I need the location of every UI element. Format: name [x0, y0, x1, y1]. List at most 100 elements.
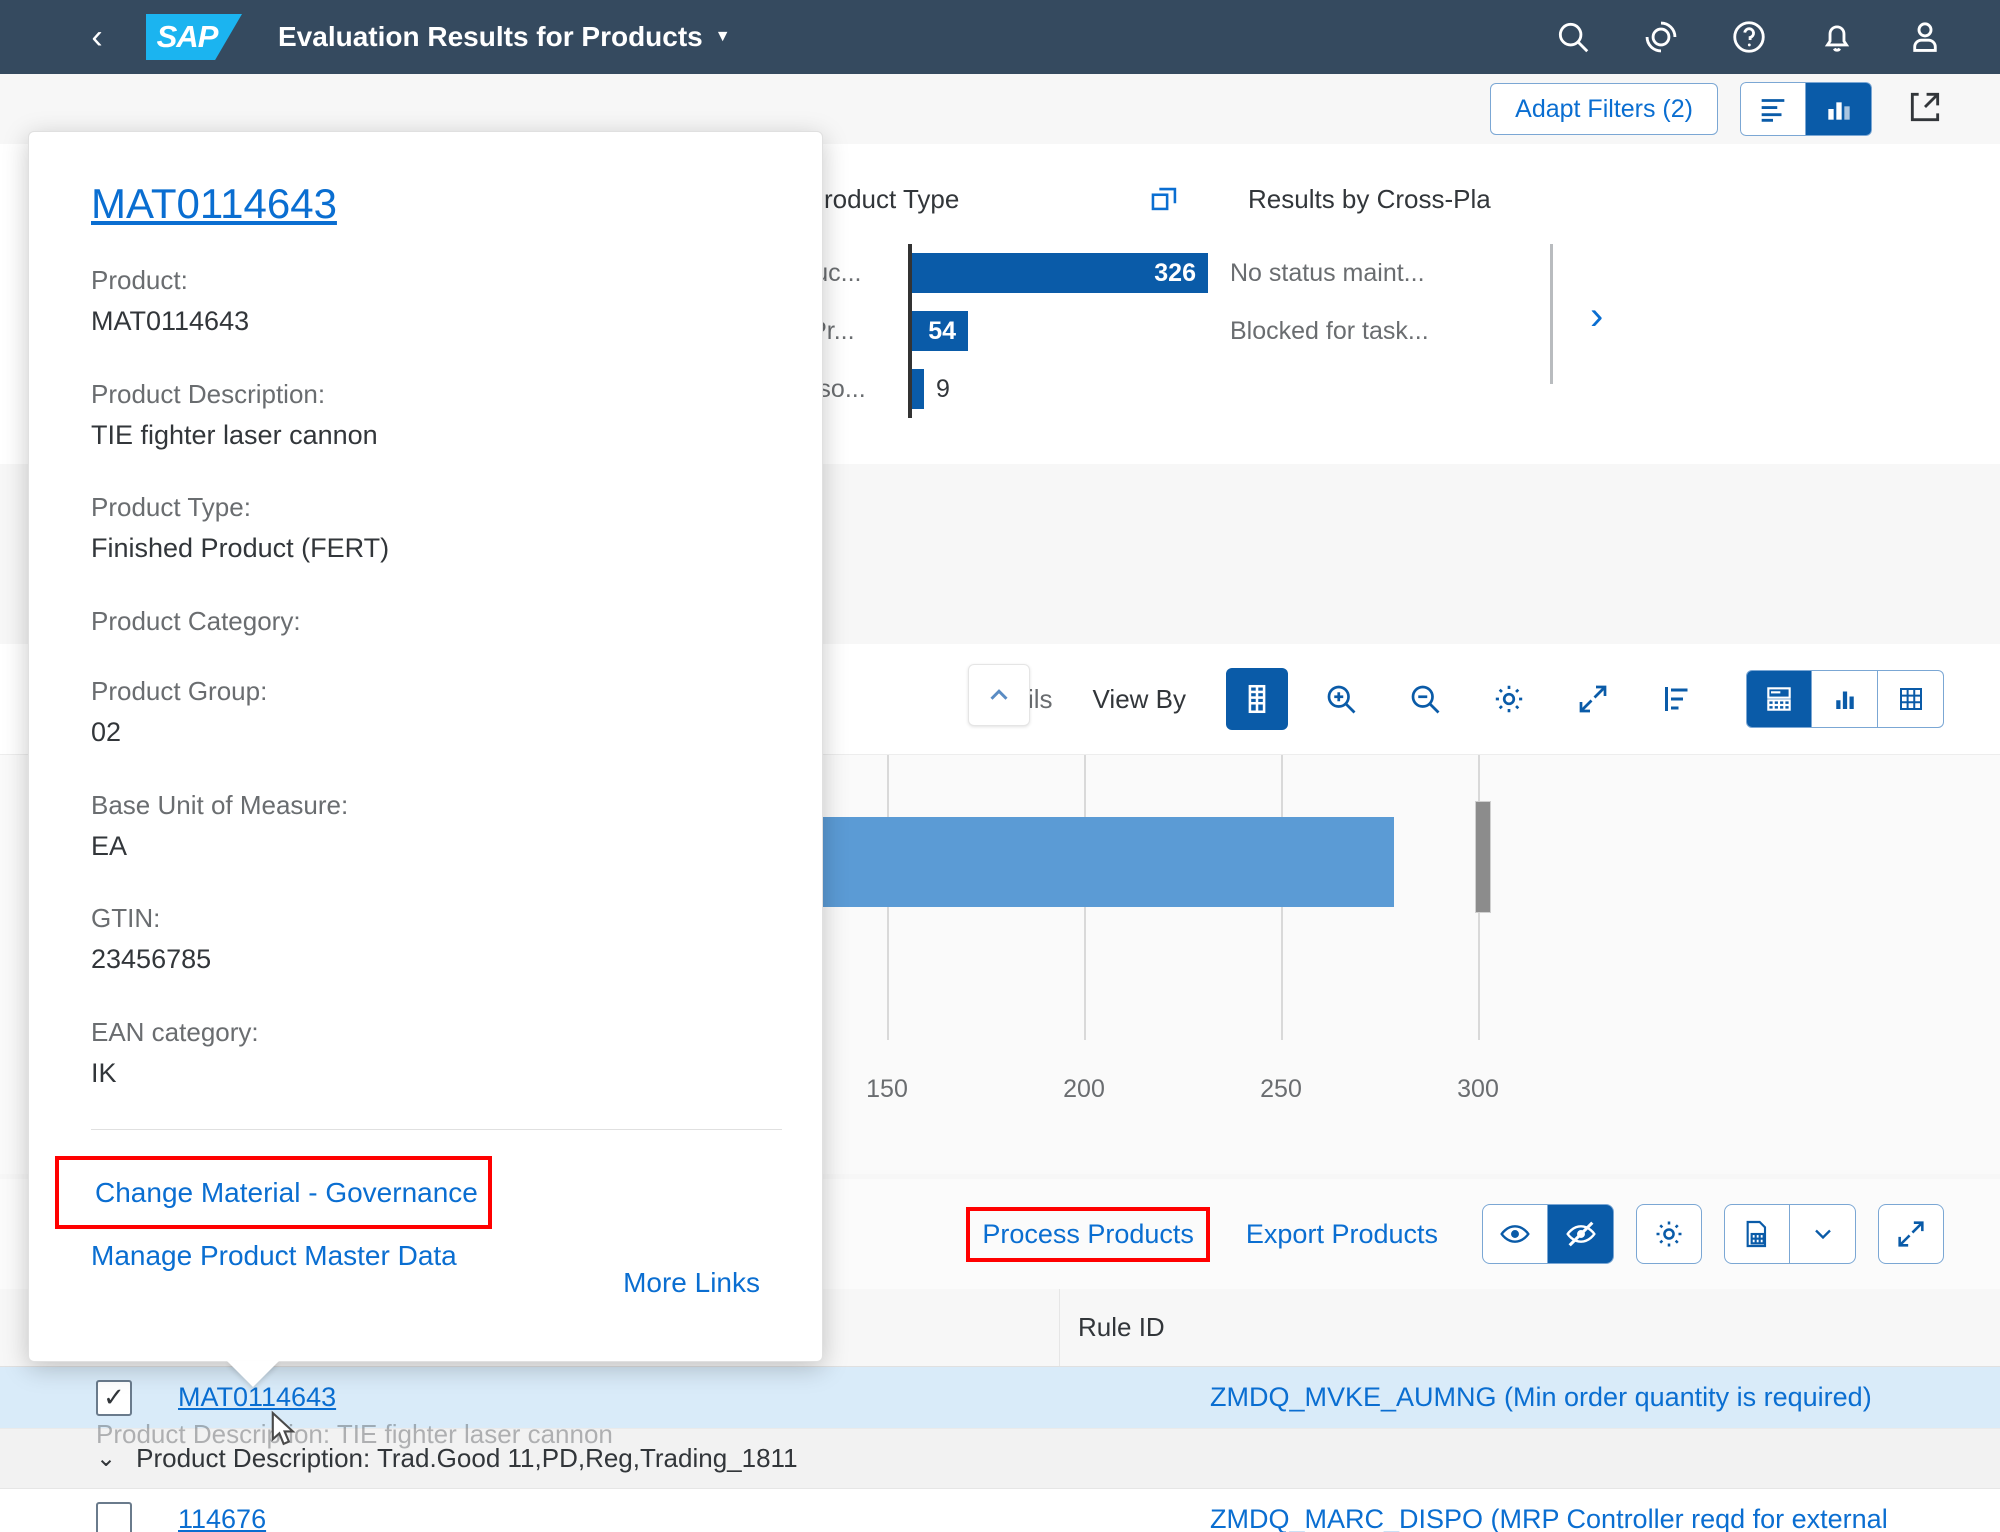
- field-label: Product Group:: [91, 675, 268, 706]
- cell-product[interactable]: 114676: [132, 1504, 1192, 1532]
- reference-bar: [1475, 801, 1491, 913]
- spreadsheet-export-icon[interactable]: [1724, 1204, 1790, 1264]
- table-settings-icon[interactable]: [1636, 1204, 1702, 1264]
- more-links-button[interactable]: More Links: [623, 1267, 760, 1299]
- field-value: MAT0114643: [91, 306, 250, 337]
- x-tick-label: 300: [1457, 1075, 1499, 1103]
- visibility-toggle: [1482, 1204, 1614, 1264]
- sap-logo-text: SAP: [156, 19, 219, 54]
- chart-plot-area: [620, 755, 2000, 1055]
- field-label: Product Description:: [91, 378, 326, 409]
- mini-bar-label: Blocked for task...: [1230, 316, 1429, 345]
- row-checkbox[interactable]: ✓: [96, 1379, 132, 1416]
- product-quickview-popover: MAT0114643 Product: MAT0114643 Product D…: [28, 131, 823, 1387]
- page-title-text: Evaluation Results for Products: [278, 21, 703, 52]
- chevron-down-icon[interactable]: ▼: [715, 28, 731, 46]
- view-by-button[interactable]: View By: [1093, 684, 1186, 715]
- field-label: Product:: [91, 265, 188, 295]
- shell-icon-group: [1554, 18, 1944, 56]
- cell-rule-id[interactable]: ZMDQ_MVKE_AUMNG (Min order quantity is r…: [1192, 1382, 2000, 1413]
- bar-chart-icon[interactable]: [1812, 670, 1878, 728]
- chart-view-icon[interactable]: [1806, 82, 1872, 136]
- card-results-by-cross-plant: Results by Cross-Pla No status maint... …: [1230, 144, 1990, 464]
- chevron-down-icon[interactable]: [1790, 1204, 1856, 1264]
- card-divider: [1550, 244, 1553, 384]
- dimension-icon[interactable]: [1226, 668, 1288, 730]
- clipped-group-label: Product Description: TIE fighter laser c…: [96, 1419, 613, 1449]
- export-products-button[interactable]: Export Products: [1246, 1219, 1438, 1250]
- cell-product[interactable]: MAT0114643: [132, 1382, 1192, 1413]
- link-manage-product-master-data[interactable]: Manage Product Master Data: [91, 1229, 457, 1282]
- mini-bar-value: 54: [912, 311, 968, 351]
- view-mode-toggle: [1740, 82, 1872, 136]
- table-chart-icon[interactable]: [1878, 670, 1944, 728]
- popover-field-product-type: Product Type: Finished Product (FERT): [91, 489, 782, 569]
- back-button[interactable]: ‹: [70, 10, 124, 64]
- search-icon[interactable]: [1554, 18, 1592, 56]
- user-icon[interactable]: [1906, 18, 1944, 56]
- mini-bar-row[interactable]: Blocked for task...: [1230, 302, 1990, 360]
- column-header-rule-id[interactable]: Rule ID: [1060, 1289, 2000, 1366]
- field-value: Finished Product (FERT): [91, 533, 390, 564]
- x-tick-label: 250: [1260, 1075, 1302, 1103]
- mini-bar-value: 326: [912, 253, 1208, 293]
- help-icon[interactable]: [1730, 18, 1768, 56]
- table-fullscreen-icon[interactable]: [1878, 1204, 1944, 1264]
- collapse-header-button[interactable]: [968, 664, 1030, 726]
- popover-title-link[interactable]: MAT0114643: [91, 180, 337, 228]
- popover-arrow: [227, 1361, 279, 1387]
- zoom-in-icon[interactable]: [1310, 668, 1372, 730]
- field-value: TIE fighter laser cannon: [91, 419, 378, 450]
- page-title[interactable]: Evaluation Results for Products ▼: [278, 21, 731, 53]
- mini-bar-label: No status maint...: [1230, 258, 1425, 287]
- shell-bar: ‹ SAP Evaluation Results for Products ▼: [0, 0, 2000, 74]
- share-icon[interactable]: [1906, 88, 1944, 131]
- popover-field-product-group: Product Group: 02: [91, 673, 782, 753]
- link-change-material-governance[interactable]: Change Material - Governance: [55, 1156, 492, 1230]
- table-row[interactable]: 114676 ZMDQ_MARC_DISPO (MRP Controller r…: [0, 1489, 2000, 1532]
- field-value: 02: [91, 717, 122, 748]
- zoom-out-icon[interactable]: [1394, 668, 1456, 730]
- field-label: Base Unit of Measure:: [91, 789, 349, 820]
- hide-icon[interactable]: [1548, 1204, 1614, 1264]
- mini-bar-row[interactable]: No status maint...: [1230, 244, 1990, 302]
- row-checkbox[interactable]: [96, 1501, 132, 1532]
- field-label: GTIN:: [91, 903, 161, 934]
- chart-type-toggle: [1746, 670, 1944, 728]
- adapt-filters-button[interactable]: Adapt Filters (2): [1490, 83, 1718, 135]
- x-tick-label: 200: [1063, 1075, 1105, 1103]
- field-label: EAN category:: [91, 1016, 259, 1047]
- list-view-icon[interactable]: [1740, 82, 1806, 136]
- popover-field-product-description: Product Description: TIE fighter laser c…: [91, 376, 782, 456]
- mini-bar-value: 9: [936, 374, 950, 403]
- popover-content: MAT0114643 Product: MAT0114643 Product D…: [55, 132, 782, 1361]
- settings-icon[interactable]: [1478, 668, 1540, 730]
- field-label: Product Category:: [91, 605, 301, 636]
- show-icon[interactable]: [1482, 1204, 1548, 1264]
- popover-field-ean-category: EAN category: IK: [91, 1014, 782, 1094]
- popout-icon[interactable]: [1148, 182, 1182, 221]
- popover-field-gtin: GTIN: 23456785: [91, 900, 782, 980]
- app-root: ‹ SAP Evaluation Results for Products ▼: [0, 0, 2000, 1532]
- popover-divider: [91, 1129, 782, 1131]
- card-mini-bars: No status maint... Blocked for task...: [1230, 244, 1990, 360]
- mini-bar: [912, 369, 924, 409]
- column-header-label: Rule ID: [1078, 1312, 1165, 1342]
- spreadsheet-export-group: [1724, 1204, 1856, 1264]
- fullscreen-icon[interactable]: [1562, 668, 1624, 730]
- combined-chart-icon[interactable]: [1746, 670, 1812, 728]
- copilot-icon[interactable]: [1642, 18, 1680, 56]
- popover-field-product-category: Product Category:: [91, 603, 782, 639]
- chevron-right-icon[interactable]: ›: [1590, 294, 1603, 339]
- chart-x-ticks: 100 150 200 250 300: [620, 1075, 2000, 1125]
- field-label: Product Type:: [91, 492, 251, 523]
- legend-icon[interactable]: [1646, 668, 1708, 730]
- field-value: 23456785: [91, 944, 212, 975]
- sap-logo: SAP: [146, 14, 242, 60]
- popover-links: Change Material - Governance Manage Prod…: [55, 1156, 782, 1282]
- cell-rule-id[interactable]: ZMDQ_MARC_DISPO (MRP Controller reqd for…: [1192, 1504, 2000, 1532]
- process-products-button[interactable]: Process Products: [966, 1206, 1210, 1262]
- notifications-icon[interactable]: [1818, 18, 1856, 56]
- card-title: Results by Cross-Pla: [1248, 184, 1491, 214]
- x-tick-label: 150: [866, 1075, 908, 1103]
